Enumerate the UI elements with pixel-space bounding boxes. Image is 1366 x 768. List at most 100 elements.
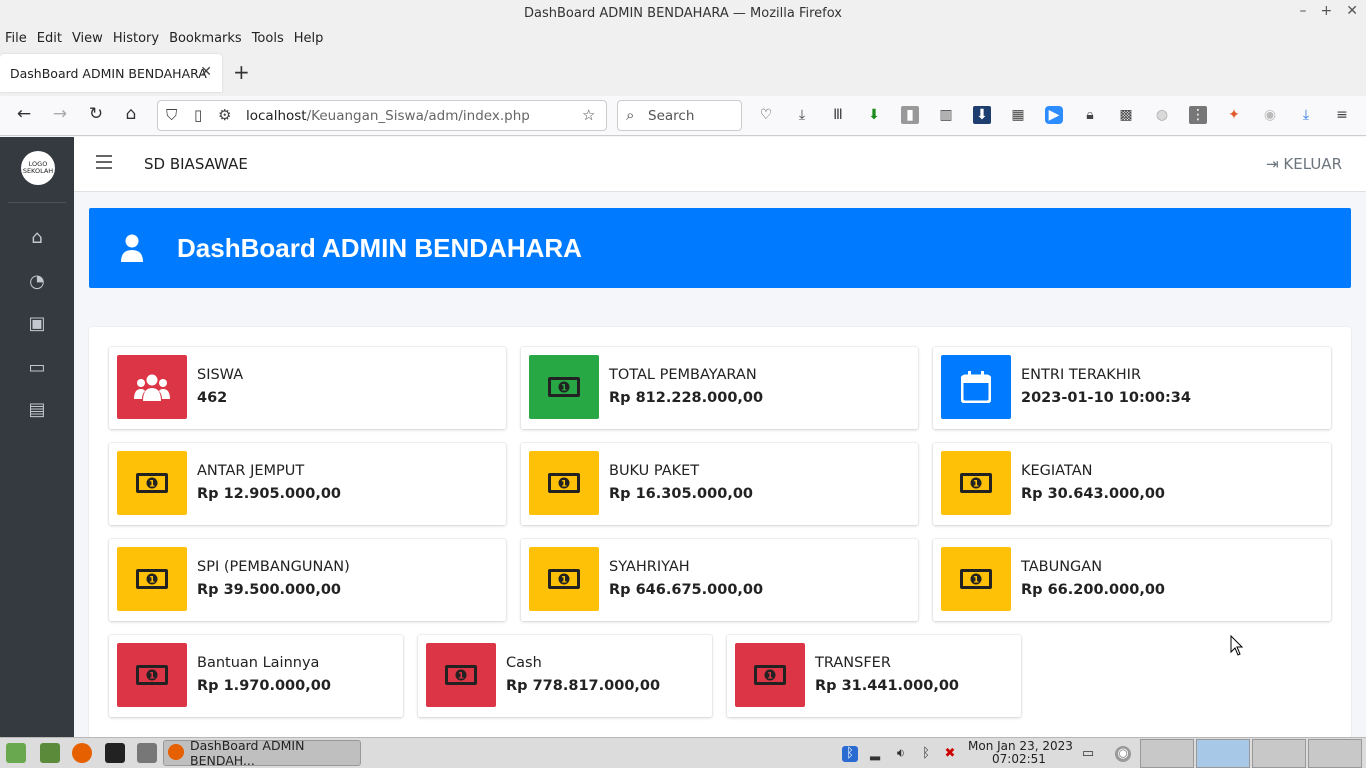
zoom-icon[interactable]: ▶ [1045, 106, 1063, 124]
navigation-toolbar: ← → ↻ ⌂ ⛉ ▯ ⚙ localhost/Keuangan_Siswa/a… [0, 96, 1366, 136]
stat-box: 1 ANTAR JEMPUT Rp 12.905.000,00 [109, 443, 506, 525]
url-bar[interactable]: ⛉ ▯ ⚙ localhost/Keuangan_Siswa/adm/index… [157, 100, 607, 131]
search-placeholder: Search [648, 107, 695, 124]
bluetooth-icon[interactable]: ᛒ [842, 746, 858, 762]
url-path: /Keuangan_Siswa/adm/index.php [306, 107, 530, 124]
search-icon: ⌕ [626, 106, 635, 124]
menu-help[interactable]: Help [294, 31, 324, 46]
bluetooth-tray-icon[interactable]: ᛒ [918, 746, 934, 762]
search-input[interactable]: ⌕ Search [617, 100, 742, 131]
qr-code-icon[interactable]: ▩ [1117, 106, 1135, 124]
stat-label: Bantuan Lainnya [197, 655, 320, 671]
page-icon[interactable]: ▯ [194, 106, 202, 124]
hamburger-menu-icon[interactable]: ≡ [1333, 106, 1351, 124]
workspace-1[interactable] [1140, 739, 1194, 768]
show-desktop-icon[interactable] [40, 743, 60, 763]
menu-history[interactable]: History [113, 31, 159, 46]
sidebar-money-icon[interactable]: ▭ [26, 357, 48, 379]
clock[interactable]: Mon Jan 23, 2023 07:02:51 [968, 740, 1073, 766]
back-icon[interactable]: ← [12, 104, 36, 124]
files-icon[interactable] [137, 743, 157, 763]
user-applet-icon[interactable]: ◉ [1115, 746, 1131, 762]
extension-icon[interactable]: ▮ [901, 106, 919, 124]
stat-value: Rp 66.200.000,00 [1021, 582, 1166, 598]
logout-label: KELUAR [1283, 155, 1342, 173]
app-header: SD BIASAWAE ⇥ KELUAR [74, 137, 1366, 192]
forward-icon[interactable]: → [48, 104, 72, 124]
bookmark-star-icon[interactable]: ☆ [582, 106, 595, 124]
menubar: File Edit View History Bookmarks Tools H… [0, 26, 1366, 50]
close-icon[interactable]: ✕ [1346, 3, 1358, 19]
sidebar-newspaper-icon[interactable]: ▤ [26, 399, 48, 421]
tab-close-icon[interactable]: ✕ [200, 64, 212, 80]
logout-link[interactable]: ⇥ KELUAR [1266, 155, 1342, 173]
download-arrow-icon[interactable]: ⬇ [865, 106, 883, 124]
svg-text:1: 1 [458, 672, 464, 682]
stat-box: 1 Bantuan Lainnya Rp 1.970.000,00 [109, 635, 403, 717]
network-icon[interactable]: ▂ [867, 746, 883, 762]
reader-icon[interactable]: ▥ [937, 106, 955, 124]
svg-text:1: 1 [767, 672, 773, 682]
school-logo[interactable]: LOGO SEKOLAH [21, 151, 55, 185]
svg-text:1: 1 [561, 576, 567, 586]
downloads-icon[interactable]: ⤓ [793, 106, 811, 124]
money-icon: 1 [941, 547, 1011, 611]
page-title: DashBoard ADMIN BENDAHARA [177, 233, 582, 263]
update-shield-icon[interactable]: ✖ [942, 746, 958, 762]
svg-text:1: 1 [149, 576, 155, 586]
save-extension-icon[interactable]: ⬇ [973, 106, 991, 124]
sidebar-briefcase-icon[interactable]: ▣ [26, 313, 48, 335]
sidebar-dashboard-icon[interactable]: ◔ [26, 271, 48, 293]
browser-tab[interactable]: DashBoard ADMIN BENDAHARA ✕ [0, 54, 222, 92]
money-icon: 1 [426, 643, 496, 707]
menu-file[interactable]: File [5, 31, 27, 46]
stat-box: SISWA 462 [109, 347, 506, 429]
volume-icon[interactable]: 🔉︎ [893, 746, 909, 762]
users-icon [117, 355, 187, 419]
maximize-icon[interactable]: + [1321, 3, 1333, 19]
sidebar-home-icon[interactable]: ⌂ [26, 227, 48, 249]
menu-tools[interactable]: Tools [252, 31, 284, 46]
permissions-icon[interactable]: ⚙ [218, 106, 231, 124]
stat-label: TABUNGAN [1021, 559, 1103, 575]
money-icon: 1 [529, 355, 599, 419]
stat-value: 2023-01-10 10:00:34 [1021, 390, 1191, 406]
svg-text:1: 1 [561, 384, 567, 394]
taskbar: DashBoard ADMIN BENDAH... ᛒ ▂ 🔉︎ ᛒ ✖ Mon… [0, 737, 1366, 768]
minimize-icon[interactable]: – [1300, 3, 1307, 19]
new-tab-icon[interactable]: + [233, 60, 250, 84]
menu-extension-icon[interactable]: ⋮ [1189, 106, 1207, 124]
menu-toggle-icon[interactable] [96, 155, 112, 169]
menu-edit[interactable]: Edit [37, 31, 62, 46]
menu-view[interactable]: View [72, 31, 103, 46]
download-manager-icon[interactable]: ⤓ [1297, 106, 1315, 124]
svg-text:1: 1 [149, 672, 155, 682]
stat-label: SYAHRIYAH [609, 559, 690, 575]
globe-icon[interactable]: ◍ [1153, 106, 1171, 124]
lock-extension-icon[interactable]: 🔒︎ [1081, 106, 1099, 124]
taskbar-window-label: DashBoard ADMIN BENDAH... [190, 738, 305, 768]
workspace-2[interactable] [1196, 739, 1250, 768]
mouse-cursor-icon [1230, 635, 1244, 656]
sidebar: LOGO SEKOLAH ⌂ ◔ ▣ ▭ ▤ [0, 137, 74, 737]
shield-icon[interactable]: ⛉ [166, 106, 177, 124]
taskbar-window-button[interactable]: DashBoard ADMIN BENDAH... [163, 738, 361, 768]
battery-icon[interactable]: ▭ [1080, 746, 1096, 762]
pocket-icon[interactable]: ♡ [757, 106, 775, 124]
stat-label: Cash [506, 655, 542, 671]
home-icon[interactable]: ⌂ [119, 104, 143, 124]
menu-bookmarks[interactable]: Bookmarks [169, 31, 242, 46]
terminal-icon[interactable] [105, 743, 125, 763]
workspace-3[interactable] [1252, 739, 1306, 768]
library-icon[interactable]: Ⅲ [829, 106, 847, 124]
colorful-extension-icon[interactable]: ✦ [1225, 106, 1243, 124]
reload-icon[interactable]: ↻ [84, 104, 108, 124]
firefox-launcher-icon[interactable] [72, 743, 92, 763]
record-extension-icon[interactable]: ◉ [1261, 106, 1279, 124]
stat-label: TOTAL PEMBAYARAN [609, 367, 757, 383]
calendar-icon [941, 355, 1011, 419]
grid-extension-icon[interactable]: ▦ [1009, 106, 1027, 124]
mint-menu-icon[interactable] [6, 743, 26, 763]
svg-text:1: 1 [149, 480, 155, 490]
workspace-4[interactable] [1308, 739, 1362, 768]
